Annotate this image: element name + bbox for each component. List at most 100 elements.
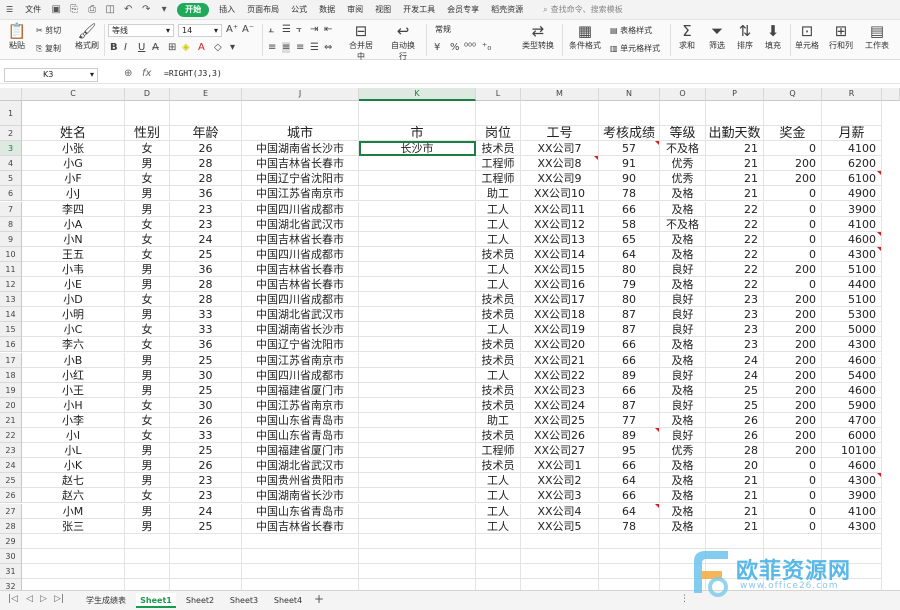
- table-cell[interactable]: 0: [764, 246, 822, 262]
- menu-tab[interactable]: 页面布局: [241, 0, 285, 20]
- row-col-button[interactable]: ⊞ 行和列: [826, 22, 856, 51]
- table-cell[interactable]: 28: [170, 277, 242, 293]
- table-cell[interactable]: 中国湖南省长沙市: [242, 322, 359, 338]
- currency-icon[interactable]: ¥: [434, 42, 440, 53]
- table-cell[interactable]: 及格: [660, 337, 706, 353]
- table-cell[interactable]: 女: [125, 246, 170, 262]
- table-cell[interactable]: 65: [599, 231, 660, 247]
- table-header-cell[interactable]: 姓名: [22, 126, 125, 142]
- table-style-button[interactable]: ▤ 表格样式: [610, 25, 652, 36]
- table-cell[interactable]: 张三: [22, 518, 125, 534]
- table-cell[interactable]: [359, 186, 476, 202]
- empty-cell[interactable]: [359, 548, 476, 564]
- active-cell[interactable]: 长沙市: [359, 141, 476, 157]
- font-name-select[interactable]: 等线 ▾: [108, 24, 174, 37]
- table-cell[interactable]: 良好: [660, 261, 706, 277]
- table-cell[interactable]: 中国辽宁省沈阳市: [242, 171, 359, 187]
- table-cell[interactable]: 技术员: [476, 397, 521, 413]
- table-cell[interactable]: 中国吉林省长春市: [242, 261, 359, 277]
- empty-cell[interactable]: [170, 563, 242, 579]
- table-cell[interactable]: XX公司13: [521, 231, 599, 247]
- table-cell[interactable]: XX公司11: [521, 201, 599, 217]
- table-cell[interactable]: 良好: [660, 397, 706, 413]
- align-center-icon[interactable]: ≡: [282, 42, 291, 53]
- table-cell[interactable]: 5900: [822, 397, 882, 413]
- row-header[interactable]: 30: [0, 548, 22, 564]
- table-cell[interactable]: 21: [706, 186, 764, 202]
- table-cell[interactable]: [359, 277, 476, 293]
- table-cell[interactable]: 小C: [22, 322, 125, 338]
- table-cell[interactable]: 24: [706, 352, 764, 368]
- column-header[interactable]: C: [22, 88, 125, 101]
- table-cell[interactable]: 中国湖南省长沙市: [242, 141, 359, 157]
- empty-cell[interactable]: [22, 533, 125, 549]
- empty-cell[interactable]: [125, 533, 170, 549]
- menu-tab[interactable]: 会员专享: [441, 0, 485, 20]
- row-header[interactable]: 31: [0, 563, 22, 579]
- table-cell[interactable]: 66: [599, 337, 660, 353]
- table-cell[interactable]: 22: [706, 201, 764, 217]
- table-cell[interactable]: 22: [706, 231, 764, 247]
- number-format-select[interactable]: 常规: [432, 24, 488, 37]
- table-cell[interactable]: 良好: [660, 367, 706, 383]
- table-cell[interactable]: 23: [170, 201, 242, 217]
- empty-cell[interactable]: [822, 101, 882, 126]
- row-header[interactable]: 32: [0, 579, 22, 590]
- outdent-icon[interactable]: ⇤: [324, 24, 332, 35]
- table-cell[interactable]: 23: [706, 322, 764, 338]
- table-cell[interactable]: 工人: [476, 201, 521, 217]
- menu-tab[interactable]: 开发工具: [397, 0, 441, 20]
- table-cell[interactable]: 28: [170, 292, 242, 308]
- redo-icon[interactable]: ↷: [140, 4, 152, 16]
- empty-cell[interactable]: [521, 101, 599, 126]
- fx-icon[interactable]: fx: [142, 68, 151, 79]
- table-cell[interactable]: XX公司24: [521, 397, 599, 413]
- table-cell[interactable]: 0: [764, 473, 822, 489]
- empty-cell[interactable]: [22, 101, 125, 126]
- empty-cell[interactable]: [170, 548, 242, 564]
- sheet-tab[interactable]: Sheet2: [180, 593, 220, 608]
- table-cell[interactable]: 工程师: [476, 171, 521, 187]
- table-cell[interactable]: XX公司27: [521, 443, 599, 459]
- table-cell[interactable]: 及格: [660, 231, 706, 247]
- table-cell[interactable]: 中国江苏省南京市: [242, 352, 359, 368]
- last-sheet-icon[interactable]: ▷|: [54, 594, 64, 604]
- row-header[interactable]: 24: [0, 458, 22, 474]
- table-cell[interactable]: 及格: [660, 352, 706, 368]
- table-cell[interactable]: 25: [706, 397, 764, 413]
- table-cell[interactable]: 28: [706, 443, 764, 459]
- table-cell[interactable]: 58: [599, 216, 660, 232]
- row-header[interactable]: 18: [0, 367, 22, 383]
- table-cell[interactable]: 78: [599, 186, 660, 202]
- table-cell[interactable]: 男: [125, 156, 170, 172]
- column-header[interactable]: R: [822, 88, 882, 101]
- table-cell[interactable]: 男: [125, 352, 170, 368]
- empty-cell[interactable]: [476, 563, 521, 579]
- table-cell[interactable]: 中国山东省青岛市: [242, 428, 359, 444]
- table-cell[interactable]: 5000: [822, 322, 882, 338]
- table-cell[interactable]: XX公司5: [521, 518, 599, 534]
- table-cell[interactable]: 200: [764, 307, 822, 323]
- bold-icon[interactable]: B: [110, 42, 118, 53]
- empty-cell[interactable]: [599, 563, 660, 579]
- table-cell[interactable]: [359, 171, 476, 187]
- table-cell[interactable]: [359, 246, 476, 262]
- table-cell[interactable]: 工人: [476, 488, 521, 504]
- table-cell[interactable]: 4900: [822, 186, 882, 202]
- table-cell[interactable]: 工人: [476, 322, 521, 338]
- table-cell[interactable]: 技术员: [476, 382, 521, 398]
- table-cell[interactable]: 30: [170, 397, 242, 413]
- table-cell[interactable]: 4400: [822, 277, 882, 293]
- table-cell[interactable]: 6000: [822, 428, 882, 444]
- table-cell[interactable]: 小J: [22, 186, 125, 202]
- formula-input[interactable]: =RIGHT(J3,3): [164, 69, 222, 78]
- table-cell[interactable]: 优秀: [660, 443, 706, 459]
- table-cell[interactable]: 中国福建省厦门市: [242, 443, 359, 459]
- table-cell[interactable]: 小李: [22, 412, 125, 428]
- table-cell[interactable]: 及格: [660, 412, 706, 428]
- row-header[interactable]: 12: [0, 277, 22, 293]
- thousands-icon[interactable]: ⁰⁰⁰: [464, 42, 476, 53]
- row-header[interactable]: 10: [0, 246, 22, 262]
- table-cell[interactable]: XX公司19: [521, 322, 599, 338]
- table-cell[interactable]: 及格: [660, 458, 706, 474]
